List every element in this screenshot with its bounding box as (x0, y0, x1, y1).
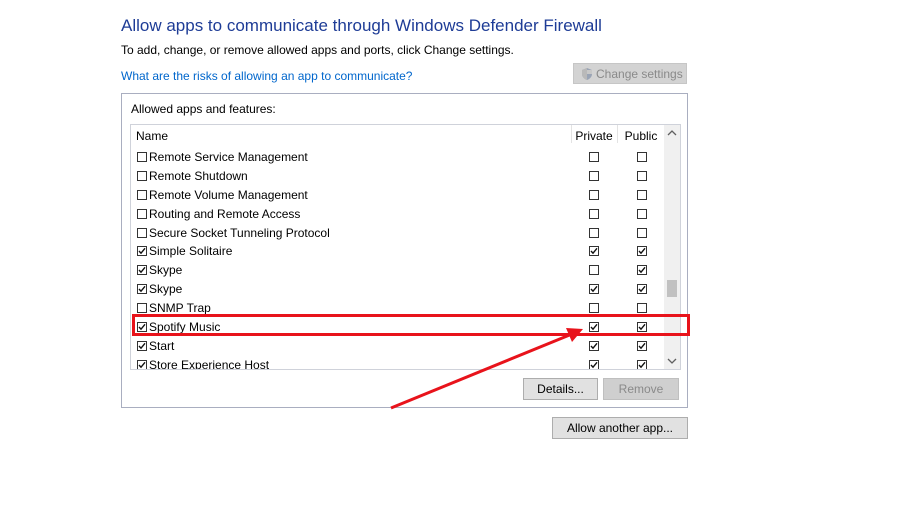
app-enabled-checkbox[interactable] (137, 246, 147, 257)
private-checkbox[interactable] (589, 152, 599, 162)
details-button[interactable]: Details... (523, 378, 598, 400)
app-enabled-checkbox[interactable] (137, 189, 147, 200)
private-checkbox[interactable] (589, 208, 599, 219)
list-row[interactable]: Routing and Remote Access (131, 204, 663, 223)
chevron-down-icon[interactable] (664, 353, 680, 369)
app-name: Simple Solitaire (149, 244, 233, 259)
app-name: Start (149, 338, 175, 353)
chevron-up-icon[interactable] (664, 125, 680, 141)
risks-link[interactable]: What are the risks of allowing an app to… (121, 69, 412, 83)
public-checkbox[interactable] (637, 208, 647, 219)
app-name: Store Experience Host (149, 357, 270, 370)
list-row[interactable]: Secure Socket Tunneling Protocol (131, 223, 663, 242)
public-checkbox[interactable] (637, 359, 647, 369)
column-header-public[interactable]: Public (617, 125, 664, 143)
list-header: Name Private Public (131, 125, 663, 147)
app-name: Secure Socket Tunneling Protocol (149, 225, 330, 240)
private-checkbox[interactable] (589, 284, 599, 295)
private-checkbox[interactable] (589, 265, 599, 276)
private-checkbox[interactable] (589, 340, 599, 351)
app-enabled-checkbox[interactable] (137, 359, 147, 369)
private-checkbox[interactable] (589, 322, 599, 333)
allowed-apps-label: Allowed apps and features: (131, 102, 276, 116)
list-row[interactable]: Store Experience Host (131, 355, 663, 370)
scrollbar-thumb[interactable] (667, 280, 677, 297)
public-checkbox[interactable] (637, 189, 647, 200)
app-enabled-checkbox[interactable] (137, 227, 147, 238)
app-enabled-checkbox[interactable] (137, 170, 147, 181)
app-name: Routing and Remote Access (149, 206, 301, 221)
public-checkbox[interactable] (637, 340, 647, 351)
private-checkbox[interactable] (589, 189, 599, 200)
column-header-private[interactable]: Private (571, 125, 616, 143)
app-enabled-checkbox[interactable] (137, 322, 147, 333)
list-row[interactable]: Simple Solitaire (131, 241, 663, 260)
remove-button[interactable]: Remove (603, 378, 679, 400)
private-checkbox[interactable] (589, 227, 599, 238)
public-checkbox[interactable] (637, 152, 647, 162)
app-name: Remote Volume Management (149, 187, 308, 202)
private-checkbox[interactable] (589, 246, 599, 257)
list-row[interactable]: Remote Shutdown (131, 166, 663, 185)
allow-another-app-button[interactable]: Allow another app... (552, 417, 688, 439)
uac-shield-icon (580, 67, 594, 81)
public-checkbox[interactable] (637, 322, 647, 333)
app-enabled-checkbox[interactable] (137, 152, 147, 162)
list-row[interactable]: Remote Volume Management (131, 185, 663, 204)
app-enabled-checkbox[interactable] (137, 284, 147, 295)
list-row[interactable]: Spotify Music (131, 317, 663, 336)
page-subtitle: To add, change, or remove allowed apps a… (121, 43, 514, 57)
public-checkbox[interactable] (637, 170, 647, 181)
app-name: Spotify Music (149, 320, 221, 335)
app-name: SNMP Trap (149, 301, 211, 316)
private-checkbox[interactable] (589, 303, 599, 314)
private-checkbox[interactable] (589, 170, 599, 181)
list-row[interactable]: Skype (131, 279, 663, 298)
change-settings-label: Change settings (596, 66, 683, 81)
list-row[interactable]: Remote Service Management (131, 147, 663, 166)
public-checkbox[interactable] (637, 227, 647, 238)
allowed-apps-list[interactable]: Name Private Public Remote Service Manag… (130, 124, 681, 370)
app-enabled-checkbox[interactable] (137, 303, 147, 314)
app-enabled-checkbox[interactable] (137, 208, 147, 219)
app-name: Remote Service Management (149, 150, 308, 164)
app-enabled-checkbox[interactable] (137, 265, 147, 276)
list-rows: Remote Service Management Remote Shutdown… (131, 147, 663, 370)
public-checkbox[interactable] (637, 246, 647, 257)
list-row[interactable]: Start (131, 336, 663, 355)
vertical-scrollbar[interactable] (664, 125, 680, 369)
list-row[interactable]: Skype (131, 260, 663, 279)
private-checkbox[interactable] (589, 359, 599, 369)
change-settings-button[interactable]: Change settings (573, 63, 687, 84)
app-enabled-checkbox[interactable] (137, 340, 147, 351)
page-title: Allow apps to communicate through Window… (121, 16, 602, 35)
public-checkbox[interactable] (637, 284, 647, 295)
app-name: Skype (149, 263, 183, 278)
public-checkbox[interactable] (637, 265, 647, 276)
public-checkbox[interactable] (637, 303, 647, 314)
app-name: Skype (149, 282, 183, 297)
column-header-name[interactable]: Name (136, 129, 168, 143)
app-name: Remote Shutdown (149, 168, 248, 183)
list-row[interactable]: SNMP Trap (131, 298, 663, 317)
